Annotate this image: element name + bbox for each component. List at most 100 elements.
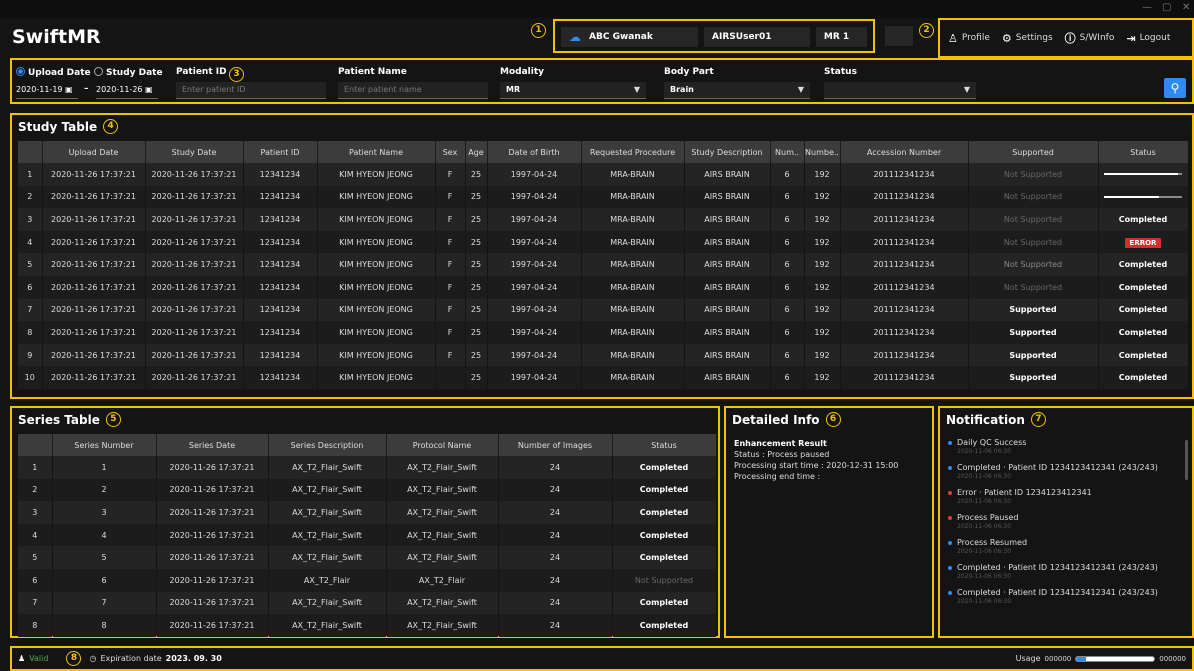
notification-item[interactable]: Process Resumed 2020-11-06 06:30 [948, 538, 1184, 555]
notification-item[interactable]: Completed · Patient ID 1234123412341 (24… [948, 563, 1184, 580]
table-cell: MRA-BRAIN [581, 230, 684, 254]
column-header[interactable]: Status [1098, 141, 1189, 163]
notification-item[interactable]: Process Paused 2020-11-06 06:30 [948, 513, 1184, 530]
table-row[interactable]: 3 3 2020-11-26 17:37:21 AX_T2_Flair_Swift AX… [18, 501, 716, 524]
column-header[interactable]: Study Description [684, 141, 771, 163]
table-row[interactable]: 10 2020-11-26 17:37:21 2020-11-26 17:37:21… [18, 366, 1188, 389]
column-header[interactable]: Number of Images [498, 434, 613, 456]
table-row[interactable]: 4 2020-11-26 17:37:21 2020-11-26 17:37:21 1… [18, 230, 1188, 254]
table-row[interactable]: 8 8 2020-11-26 17:37:21 AX_T2_Flair_Swift AX… [18, 614, 716, 637]
table-cell: 6 [52, 568, 156, 592]
device-name: MR 1 [815, 27, 867, 47]
table-cell: 192 [804, 298, 840, 322]
maximize-icon[interactable]: ▢ [1162, 2, 1171, 13]
table-row[interactable]: 5 5 2020-11-26 17:37:21 AX_T2_Flair_Swift AX… [18, 546, 716, 569]
usage-label: Usage [1015, 654, 1041, 663]
table-cell: 2020-11-26 17:37:21 [156, 523, 268, 547]
column-header[interactable]: Status [612, 434, 717, 456]
table-cell: 25 [465, 321, 487, 344]
table-cell: 192 [804, 366, 840, 389]
calendar-icon[interactable]: ▣ [65, 85, 73, 94]
table-cell: F [435, 275, 465, 299]
body-part-select[interactable]: Brain ▼ [664, 82, 810, 99]
table-row[interactable]: 8 2020-11-26 17:37:21 2020-11-26 17:37:21 1… [18, 321, 1188, 344]
column-header[interactable]: Supported [968, 141, 1099, 163]
modality-select[interactable]: MR ▼ [500, 82, 646, 99]
notification-scrollbar[interactable] [1185, 440, 1188, 480]
notification-item[interactable]: Error · Patient ID 1234123412341 2020-11-… [948, 488, 1184, 505]
upload-date-radio[interactable]: Upload Date [16, 67, 91, 78]
notification-text: Process Paused [957, 513, 1019, 522]
column-header[interactable]: Study Date [145, 141, 244, 163]
patient-id-input[interactable]: Enter patient ID [176, 82, 326, 99]
table-row[interactable]: 4 4 2020-11-26 17:37:21 AX_T2_Flair_Swift AX… [18, 523, 716, 547]
table-row[interactable]: 9 2020-11-26 17:37:21 2020-11-26 17:37:21 1… [18, 343, 1188, 367]
column-header[interactable]: Patient Name [317, 141, 436, 163]
logout-button[interactable]: ⇥ Logout [1126, 32, 1170, 45]
enhancement-result-heading: Enhancement Result [734, 439, 827, 448]
column-header[interactable] [18, 141, 43, 163]
table-row[interactable]: 2 2 2020-11-26 17:37:21 AX_T2_Flair_Swift AX… [18, 478, 716, 502]
detailed-info-title: Detailed Info [732, 412, 820, 427]
status-dot-icon [948, 590, 952, 595]
table-cell: 201112341234 [840, 275, 968, 299]
status-select[interactable]: ▼ [824, 82, 976, 99]
swinfo-button[interactable]: ⓘ S/WInfo [1065, 30, 1115, 46]
search-button[interactable]: ⚲ [1164, 78, 1186, 98]
table-cell: 2 [18, 185, 42, 209]
column-header[interactable]: Date of Birth [487, 141, 582, 163]
table-cell: 1997-04-24 [487, 321, 581, 344]
notification-item[interactable]: Completed · Patient ID 1234123412341 (24… [948, 463, 1184, 480]
column-header[interactable]: Num.. [770, 141, 805, 163]
close-icon[interactable]: ✕ [1182, 2, 1190, 13]
table-row[interactable]: 2 2020-11-26 17:37:21 2020-11-26 17:37:21 1… [18, 185, 1188, 209]
table-cell: AX_T2_Flair_Swift [386, 523, 498, 547]
table-cell: 24 [498, 546, 612, 569]
notification-item[interactable]: Completed · Patient ID 1234123412341 (24… [948, 588, 1184, 605]
error-badge: ERROR [1124, 237, 1162, 248]
expiration-label: Expiration date [100, 654, 162, 663]
patient-name-input[interactable]: Enter patient name [338, 82, 488, 99]
profile-button[interactable]: ♙ Profile [948, 32, 990, 45]
table-cell: AX_T2_Flair_Swift [386, 614, 498, 637]
table-row[interactable]: 6 2020-11-26 17:37:21 2020-11-26 17:37:21 1… [18, 275, 1188, 299]
column-header[interactable]: Upload Date [42, 141, 146, 163]
column-header[interactable]: Requested Procedure [581, 141, 685, 163]
study-date-radio[interactable]: Study Date [94, 67, 163, 78]
table-cell: 24 [498, 478, 612, 502]
column-header[interactable]: Numbe.. [804, 141, 841, 163]
table-row[interactable]: 6 6 2020-11-26 17:37:21 AX_T2_Flair AX_T2_Fl… [18, 568, 716, 592]
table-cell: AIRS BRAIN [684, 343, 770, 367]
column-header[interactable]: Series Description [268, 434, 387, 456]
column-header[interactable]: Protocol Name [386, 434, 499, 456]
minimize-icon[interactable]: — [1142, 2, 1152, 13]
table-cell: 2020-11-26 17:37:21 [156, 568, 268, 592]
table-row[interactable]: 3 2020-11-26 17:37:21 2020-11-26 17:37:21 1… [18, 208, 1188, 231]
table-row[interactable]: 1 1 2020-11-26 17:37:21 AX_T2_Flair_Swift AX… [18, 456, 716, 479]
table-cell: 25 [465, 163, 487, 186]
column-header[interactable]: Patient ID [243, 141, 318, 163]
column-header[interactable]: Age [465, 141, 488, 163]
table-row[interactable]: 5 2020-11-26 17:37:21 2020-11-26 17:37:21 1… [18, 253, 1188, 276]
table-row[interactable]: 1 2020-11-26 17:37:21 2020-11-26 17:37:21 1… [18, 163, 1188, 186]
notification-item[interactable]: Daily QC Success 2020-11-06 06:30 [948, 438, 1184, 455]
column-header[interactable]: Sex [435, 141, 466, 163]
table-cell: 12341234 [243, 253, 317, 276]
calendar-icon[interactable]: ▣ [145, 85, 153, 94]
column-header[interactable] [18, 434, 53, 456]
settings-button[interactable]: ⚙ Settings [1002, 32, 1053, 45]
study-table-panel: Study Table 4 Upload Date Study Date Patie… [10, 113, 1194, 399]
column-header[interactable]: Accession Number [840, 141, 969, 163]
table-row[interactable]: 7 7 2020-11-26 17:37:21 AX_T2_Flair_Swift AX… [18, 591, 716, 615]
notification-date: 2020-11-06 06:30 [957, 598, 1012, 605]
column-header[interactable]: Series Number [52, 434, 157, 456]
date-to-field[interactable]: 2020-11-26 ▣ [96, 82, 158, 99]
column-header[interactable]: Series Date [156, 434, 269, 456]
notification-text: Completed · Patient ID 1234123412341 (24… [957, 463, 1158, 472]
search-icon: ⚲ [1170, 81, 1180, 95]
notification-text-row: Process Resumed [948, 538, 1184, 547]
notification-text-row: Completed · Patient ID 1234123412341 (24… [948, 463, 1184, 472]
table-row[interactable]: 7 2020-11-26 17:37:21 2020-11-26 17:37:21 1… [18, 298, 1188, 322]
date-from-field[interactable]: 2020-11-19 ▣ [16, 82, 78, 99]
table-cell: 8 [52, 614, 156, 637]
